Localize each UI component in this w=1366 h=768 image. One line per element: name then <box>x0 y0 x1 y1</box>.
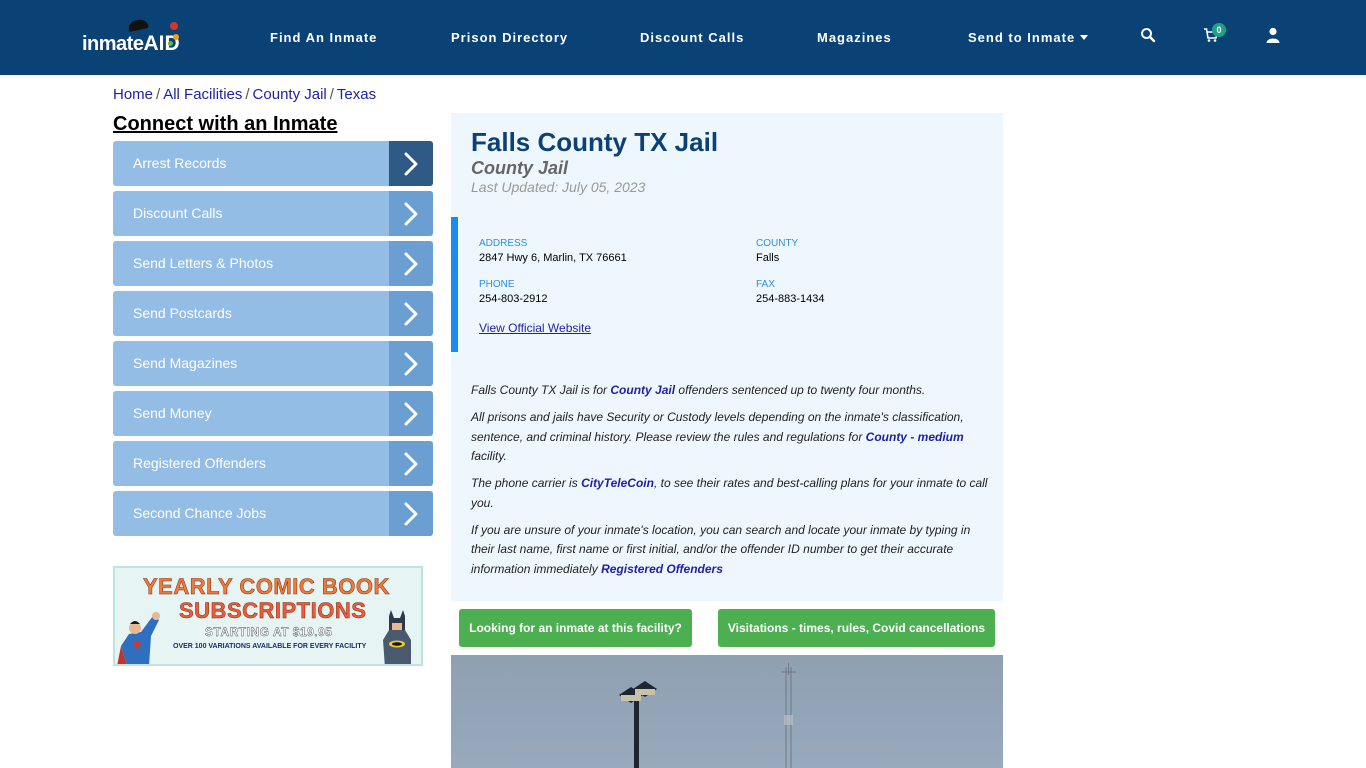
breadcrumb-county-jail[interactable]: County Jail <box>253 86 327 103</box>
description-text: facility. <box>471 449 507 463</box>
nav-send-to-inmate[interactable]: Send to Inmate <box>968 30 1089 45</box>
description-paragraph: All prisons and jails have Security or C… <box>471 408 993 467</box>
sidebar-item-second-chance-jobs[interactable]: Second Chance Jobs <box>113 491 433 536</box>
facility-description: Falls County TX Jail is for County Jail … <box>471 381 993 587</box>
facility-photo <box>451 655 1003 768</box>
batman-illustration-icon <box>383 610 411 664</box>
description-paragraph: Falls County TX Jail is for County Jail … <box>471 381 993 401</box>
user-icon[interactable] <box>1265 27 1283 45</box>
phone-value: 254-803-2912 <box>479 293 548 305</box>
sidebar-item-registered-offenders[interactable]: Registered Offenders <box>113 441 433 486</box>
ad-price: STARTING AT $19.95 <box>205 625 333 639</box>
address-value: 2847 Hwy 6, Marlin, TX 76661 <box>479 252 627 264</box>
caret-down-icon <box>1080 35 1089 40</box>
description-paragraph: If you are unsure of your inmate's locat… <box>471 521 993 580</box>
nav-prison-directory[interactable]: Prison Directory <box>451 30 568 45</box>
ad-tagline: OVER 100 VARIATIONS AVAILABLE FOR EVERY … <box>173 643 367 650</box>
sidebar-item-label: Send Letters & Photos <box>133 255 274 271</box>
ad-headline: YEARLY COMIC BOOK <box>143 574 390 600</box>
superhero-illustration-icon <box>117 612 160 664</box>
nav-magazines[interactable]: Magazines <box>817 30 892 45</box>
description-paragraph: The phone carrier is CityTeleCoin, to se… <box>471 474 993 513</box>
breadcrumb-texas[interactable]: Texas <box>337 86 376 103</box>
last-updated: Last Updated: July 05, 2023 <box>471 179 646 195</box>
comic-subscription-ad-banner[interactable]: YEARLY COMIC BOOK SUBSCRIPTIONS STARTING… <box>113 566 423 666</box>
find-inmate-at-facility-button[interactable]: Looking for an inmate at this facility? <box>459 609 692 647</box>
facility-info-box: ADDRESS 2847 Hwy 6, Marlin, TX 76661 COU… <box>451 217 1003 352</box>
nav-send-to-inmate-label: Send to Inmate <box>968 30 1076 45</box>
search-icon[interactable] <box>1140 27 1158 45</box>
breadcrumb-home[interactable]: Home <box>113 86 153 103</box>
sidebar-item-label: Send Postcards <box>133 305 232 321</box>
breadcrumb-separator: / <box>329 86 334 103</box>
sidebar-item-send-postcards[interactable]: Send Postcards <box>113 291 433 336</box>
security-level-link[interactable]: County - medium <box>866 430 964 444</box>
registered-offenders-link[interactable]: Registered Offenders <box>601 562 723 576</box>
chevron-right-icon <box>389 491 433 536</box>
facility-card: Falls County TX Jail County Jail Last Up… <box>451 113 1003 601</box>
sidebar-item-send-letters-photos[interactable]: Send Letters & Photos <box>113 241 433 286</box>
facility-title: Falls County TX Jail <box>471 127 719 157</box>
sidebar-item-send-magazines[interactable]: Send Magazines <box>113 341 433 386</box>
nav-discount-calls[interactable]: Discount Calls <box>640 30 744 45</box>
sidebar-item-arrest-records[interactable]: Arrest Records <box>113 141 433 186</box>
facility-photo-scene <box>619 663 796 768</box>
sidebar-item-label: Send Money <box>133 405 212 421</box>
fax-value: 254-883-1434 <box>756 293 825 305</box>
logo-text: inmate <box>82 33 144 55</box>
top-navbar: inmate AID Find An Inmate Prison Directo… <box>0 0 1366 75</box>
fax-label: FAX <box>756 279 775 290</box>
breadcrumb-separator: / <box>245 86 250 103</box>
facility-type: County Jail <box>471 158 569 178</box>
sidebar-item-label: Arrest Records <box>133 155 227 171</box>
logo-hat-icon <box>127 18 149 32</box>
sidebar-title: Connect with an Inmate <box>113 113 338 135</box>
ad-subheadline: SUBSCRIPTIONS <box>179 598 367 624</box>
description-text: offenders sentenced up to twenty four mo… <box>675 383 926 397</box>
address-label: ADDRESS <box>479 238 528 249</box>
inmateaid-logo[interactable]: inmate AID <box>82 18 180 55</box>
county-value: Falls <box>756 252 780 264</box>
nav-find-an-inmate[interactable]: Find An Inmate <box>270 30 377 45</box>
sidebar-item-label: Registered Offenders <box>133 455 266 471</box>
logo-decoration-icon <box>173 34 179 40</box>
breadcrumb-all-facilities[interactable]: All Facilities <box>163 86 242 103</box>
county-label: COUNTY <box>756 238 799 249</box>
breadcrumb-separator: / <box>156 86 161 103</box>
chevron-right-icon <box>389 291 433 336</box>
sidebar-item-send-money[interactable]: Send Money <box>113 391 433 436</box>
chevron-right-icon <box>389 341 433 386</box>
sidebar-menu: Arrest Records Discount Calls Send Lette… <box>113 141 433 541</box>
view-official-website-link[interactable]: View Official Website <box>479 321 591 335</box>
description-text: Falls County TX Jail is for <box>471 383 611 397</box>
logo-decoration-icon <box>170 22 178 30</box>
breadcrumb: Home / All Facilities / County Jail / Texas <box>113 86 376 103</box>
sidebar-item-discount-calls[interactable]: Discount Calls <box>113 191 433 236</box>
sidebar-item-label: Second Chance Jobs <box>133 505 267 521</box>
description-text: The phone carrier is <box>471 476 582 490</box>
phone-carrier-link[interactable]: CityTeleCoin <box>581 476 654 490</box>
sidebar-item-label: Discount Calls <box>133 205 223 221</box>
chevron-right-icon <box>389 441 433 486</box>
cart-count-badge: 0 <box>1212 23 1226 37</box>
county-jail-link[interactable]: County Jail <box>610 383 675 397</box>
visitations-button[interactable]: Visitations - times, rules, Covid cancel… <box>718 609 995 647</box>
chevron-right-icon <box>389 191 433 236</box>
phone-label: PHONE <box>479 279 515 290</box>
logo-decoration-icon <box>168 41 173 46</box>
chevron-right-icon <box>389 241 433 286</box>
sidebar-item-label: Send Magazines <box>133 355 238 371</box>
chevron-right-icon <box>389 391 433 436</box>
chevron-right-icon <box>389 141 433 186</box>
